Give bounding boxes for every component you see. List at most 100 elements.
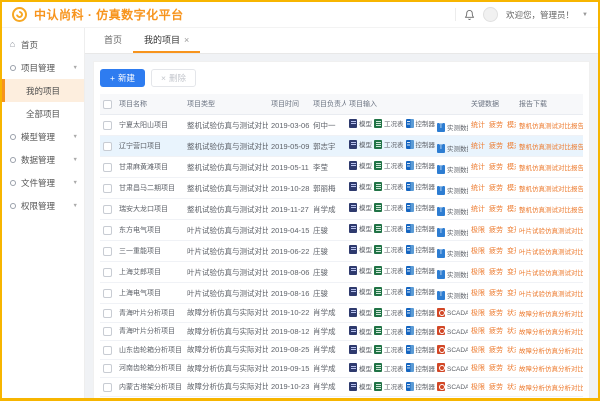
input-file-chip[interactable]: 工况表 [374, 326, 404, 336]
input-file-chip[interactable]: SCADA数据 [437, 344, 468, 354]
sidebar-item[interactable]: 权限管理▼ [2, 194, 84, 217]
input-file-chip[interactable]: 控制器 [406, 265, 436, 275]
input-file-chip[interactable]: 控制器 [406, 160, 436, 170]
input-file-chip[interactable]: 工况表 [374, 139, 404, 149]
key-data-link[interactable]: 极限 [471, 384, 485, 391]
row-checkbox[interactable] [103, 247, 112, 256]
key-data-link[interactable]: 状态 [507, 384, 516, 391]
key-data-link[interactable]: 统计 [471, 122, 485, 129]
key-data-link[interactable]: 极限 [471, 269, 485, 276]
key-data-link[interactable]: 疲劳 [489, 269, 503, 276]
tab[interactable]: 我的项目× [133, 28, 200, 53]
input-file-chip[interactable]: 控制器 [406, 181, 436, 191]
sidebar-subitem[interactable]: 我的项目 [2, 79, 84, 102]
report-download-link[interactable]: 故障分析仿真分析对比报告 [519, 348, 583, 355]
key-data-link[interactable]: 模态 [507, 185, 516, 192]
key-data-link[interactable]: 疲劳 [489, 143, 503, 150]
key-data-link[interactable]: 统计 [471, 185, 485, 192]
key-data-link[interactable]: 疲劳 [489, 122, 503, 129]
input-file-chip[interactable]: 工况表 [374, 118, 404, 128]
key-data-link[interactable]: 疲劳 [489, 365, 503, 372]
key-data-link[interactable]: 疲劳 [489, 384, 503, 391]
input-file-chip[interactable]: 实测数据 [437, 248, 468, 258]
report-download-link[interactable]: 整机仿真测试对比报告 [519, 165, 583, 172]
input-file-chip[interactable]: 控制器 [406, 344, 436, 354]
sidebar-subitem[interactable]: 全部项目 [2, 102, 84, 125]
key-data-link[interactable]: 变形 [507, 227, 516, 234]
input-file-chip[interactable]: 控制器 [406, 118, 436, 128]
key-data-link[interactable]: 统计 [471, 206, 485, 213]
input-file-chip[interactable]: 实测数据 [437, 143, 468, 153]
key-data-link[interactable]: 状态 [507, 365, 516, 372]
input-file-chip[interactable]: 模型 [349, 363, 372, 373]
report-download-link[interactable]: 整机仿真测试对比报告 [519, 186, 583, 193]
input-file-chip[interactable]: 工况表 [374, 265, 404, 275]
input-file-chip[interactable]: 工况表 [374, 202, 404, 212]
input-file-chip[interactable]: 控制器 [406, 244, 436, 254]
caret-down-icon[interactable]: ▼ [582, 12, 588, 18]
report-download-link[interactable]: 叶片试验仿真测试对比报告 [519, 291, 583, 298]
input-file-chip[interactable]: 工况表 [374, 381, 404, 391]
input-file-chip[interactable]: 实测数据 [437, 290, 468, 300]
avatar[interactable] [483, 7, 498, 22]
input-file-chip[interactable]: SCADA数据 [437, 363, 468, 373]
key-data-link[interactable]: 极限 [471, 248, 485, 255]
input-file-chip[interactable]: 模型 [349, 244, 372, 254]
key-data-link[interactable]: 状态 [507, 347, 516, 354]
key-data-link[interactable]: 模态 [507, 206, 516, 213]
report-download-link[interactable]: 故障分析仿真分析对比报告 [519, 329, 583, 336]
report-download-link[interactable]: 整机仿真测试对比报告 [519, 123, 583, 130]
key-data-link[interactable]: 统计 [471, 143, 485, 150]
key-data-link[interactable]: 疲劳 [489, 290, 503, 297]
input-file-chip[interactable]: 工况表 [374, 181, 404, 191]
input-file-chip[interactable]: 模型 [349, 344, 372, 354]
key-data-link[interactable]: 疲劳 [489, 248, 503, 255]
key-data-link[interactable]: 极限 [471, 290, 485, 297]
input-file-chip[interactable]: 控制器 [406, 381, 436, 391]
key-data-link[interactable]: 疲劳 [489, 206, 503, 213]
input-file-chip[interactable]: 控制器 [406, 202, 436, 212]
key-data-link[interactable]: 变形 [507, 290, 516, 297]
row-checkbox[interactable] [103, 121, 112, 130]
report-download-link[interactable]: 整机仿真测试对比报告 [519, 207, 583, 214]
input-file-chip[interactable]: 工况表 [374, 286, 404, 296]
row-checkbox[interactable] [103, 163, 112, 172]
input-file-chip[interactable]: 模型 [349, 139, 372, 149]
row-checkbox[interactable] [103, 142, 112, 151]
sidebar-item[interactable]: 数据管理▼ [2, 148, 84, 171]
input-file-chip[interactable]: 控制器 [406, 307, 436, 317]
input-file-chip[interactable]: SCADA数据 [437, 307, 468, 317]
key-data-link[interactable]: 模态 [507, 143, 516, 150]
input-file-chip[interactable]: 工况表 [374, 307, 404, 317]
report-download-link[interactable]: 故障分析仿真分析对比报告 [519, 385, 583, 392]
tab[interactable]: 首页 [93, 28, 133, 53]
key-data-link[interactable]: 变形 [507, 248, 516, 255]
row-checkbox[interactable] [103, 346, 112, 355]
sidebar-item[interactable]: 文件管理▼ [2, 171, 84, 194]
input-file-chip[interactable]: 模型 [349, 286, 372, 296]
key-data-link[interactable]: 模态 [507, 122, 516, 129]
input-file-chip[interactable]: 工况表 [374, 344, 404, 354]
input-file-chip[interactable]: 模型 [349, 160, 372, 170]
report-download-link[interactable]: 整机仿真测试对比报告 [519, 144, 583, 151]
bell-icon[interactable] [464, 9, 475, 21]
input-file-chip[interactable]: 控制器 [406, 286, 436, 296]
input-file-chip[interactable]: 控制器 [406, 363, 436, 373]
key-data-link[interactable]: 疲劳 [489, 310, 503, 317]
report-download-link[interactable]: 叶片试验仿真测试对比报告 [519, 228, 583, 235]
key-data-link[interactable]: 疲劳 [489, 227, 503, 234]
input-file-chip[interactable]: 模型 [349, 326, 372, 336]
row-checkbox[interactable] [103, 205, 112, 214]
input-file-chip[interactable]: 实测数据 [437, 185, 468, 195]
row-checkbox[interactable] [103, 309, 112, 318]
select-all-checkbox[interactable] [103, 100, 112, 109]
row-checkbox[interactable] [103, 226, 112, 235]
input-file-chip[interactable]: 工况表 [374, 363, 404, 373]
input-file-chip[interactable]: 实测数据 [437, 269, 468, 279]
input-file-chip[interactable]: 工况表 [374, 223, 404, 233]
new-button[interactable]: + 新建 [100, 69, 145, 87]
key-data-link[interactable]: 疲劳 [489, 164, 503, 171]
input-file-chip[interactable]: 模型 [349, 381, 372, 391]
input-file-chip[interactable]: 控制器 [406, 326, 436, 336]
input-file-chip[interactable]: 模型 [349, 223, 372, 233]
